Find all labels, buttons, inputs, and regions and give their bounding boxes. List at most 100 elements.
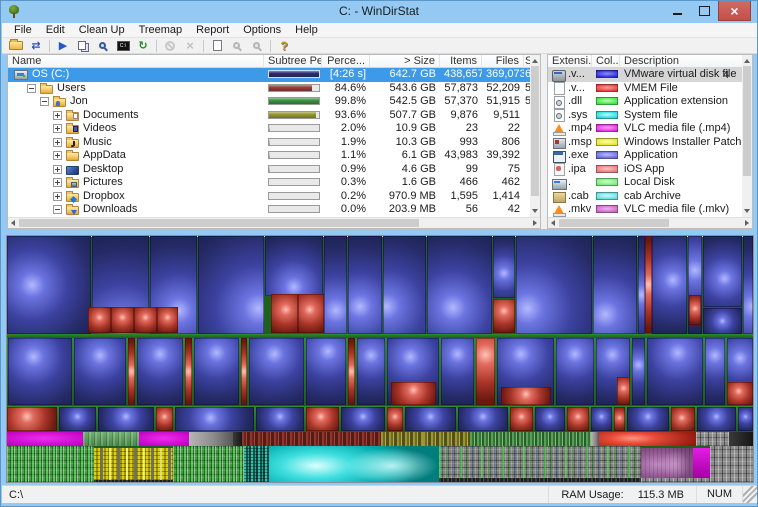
tree-row[interactable]: Desktop0.9%4.6 GB9975 — [8, 163, 530, 177]
treemap-block[interactable] — [501, 387, 551, 405]
treemap-block[interactable] — [7, 407, 57, 431]
treemap-block[interactable] — [530, 432, 591, 446]
extension-row[interactable]: .sysSystem file — [548, 109, 742, 123]
expand-icon[interactable] — [53, 151, 62, 160]
expand-icon[interactable] — [53, 111, 62, 120]
menu-item-file[interactable]: File — [7, 23, 39, 38]
treemap-block[interactable] — [173, 446, 244, 482]
treemap-block[interactable] — [458, 407, 508, 431]
treemap-block[interactable] — [341, 407, 385, 431]
treemap-block[interactable] — [743, 236, 753, 334]
treemap-block[interactable] — [134, 307, 157, 333]
treemap-block[interactable] — [88, 307, 111, 333]
treemap-block[interactable] — [233, 432, 242, 446]
treemap-block[interactable] — [383, 236, 426, 334]
treemap-block[interactable] — [617, 377, 630, 405]
treemap-block[interactable] — [652, 236, 687, 334]
user-defined-cleanup-button[interactable] — [207, 38, 227, 53]
tree-row[interactable]: OS (C:)[4:26 s]642.7 GB438,657369,0736 — [8, 68, 530, 82]
scroll-right-icon[interactable] — [745, 220, 749, 226]
menu-item-treemap[interactable]: Treemap — [132, 23, 190, 38]
treemap-block[interactable] — [256, 407, 304, 431]
tree-row[interactable]: AppData1.1%6.1 GB43,98339,392 — [8, 149, 530, 163]
treemap-block[interactable] — [697, 407, 736, 431]
treemap-block[interactable] — [241, 338, 247, 405]
treemap-block[interactable] — [298, 294, 324, 333]
treemap-block[interactable] — [7, 446, 94, 482]
treemap-block[interactable] — [696, 432, 729, 446]
extension-row[interactable]: .v...VMware virtual disk file4 — [548, 68, 742, 82]
treemap-block[interactable] — [269, 446, 439, 482]
treemap-block[interactable] — [244, 446, 269, 482]
extension-column-header[interactable]: Col... — [592, 55, 620, 68]
extension-row[interactable]: .cabcab Archive — [548, 190, 742, 204]
tree-horizontal-scrollbar[interactable] — [8, 217, 540, 228]
treemap-block[interactable] — [593, 236, 637, 334]
treemap-block[interactable] — [306, 338, 346, 405]
menu-item-report[interactable]: Report — [189, 23, 236, 38]
treemap-block[interactable] — [7, 432, 83, 446]
tree-row[interactable]: Pictures0.3%1.6 GB466462 — [8, 176, 530, 190]
menu-item-help[interactable]: Help — [288, 23, 325, 38]
treemap-block[interactable] — [357, 338, 385, 405]
expand-icon[interactable] — [53, 192, 62, 201]
tree-column-header[interactable]: Files — [482, 55, 524, 68]
menu-item-clean-up[interactable]: Clean Up — [72, 23, 132, 38]
treemap-block[interactable] — [693, 448, 710, 478]
collapse-icon[interactable] — [40, 97, 49, 106]
treemap-block[interactable] — [689, 295, 701, 325]
treemap-block[interactable] — [391, 382, 436, 405]
scroll-up-icon[interactable] — [744, 59, 750, 63]
treemap-block[interactable] — [727, 382, 753, 405]
tree-column-header[interactable]: Name — [8, 55, 264, 68]
treemap-block[interactable] — [627, 407, 669, 431]
scrollbar-thumb[interactable] — [19, 219, 419, 227]
treemap-block[interactable] — [493, 299, 515, 333]
scroll-down-icon[interactable] — [532, 209, 538, 213]
treemap-block[interactable] — [98, 407, 154, 431]
extension-row[interactable]: .mspWindows Installer Patch — [548, 136, 742, 150]
extension-row[interactable]: .mp4VLC media file (.mp4) — [548, 122, 742, 136]
treemap-block[interactable] — [441, 338, 474, 405]
treemap-block[interactable] — [729, 432, 753, 446]
treemap-block[interactable] — [591, 432, 599, 446]
treemap-view[interactable] — [6, 235, 754, 483]
treemap-block[interactable] — [493, 236, 515, 298]
treemap-block[interactable] — [641, 448, 693, 478]
treemap-block[interactable] — [249, 338, 304, 405]
treemap-block[interactable] — [348, 338, 355, 405]
treemap-block[interactable] — [348, 236, 382, 334]
treemap-block[interactable] — [94, 480, 173, 482]
treemap-block[interactable] — [189, 432, 233, 446]
extension-horizontal-scrollbar[interactable] — [548, 217, 752, 228]
treemap-block[interactable] — [306, 407, 339, 431]
resume-button[interactable]: ▶ — [53, 38, 73, 53]
extension-row[interactable]: .ipaiOS App — [548, 163, 742, 177]
maximize-button[interactable] — [691, 1, 718, 20]
extension-row[interactable]: .Local Disk — [548, 176, 742, 190]
treemap-block[interactable] — [591, 407, 612, 431]
scrollbar-thumb[interactable] — [531, 66, 539, 196]
treemap-block[interactable] — [439, 478, 641, 482]
extension-row[interactable]: .v...VMEM File — [548, 82, 742, 96]
treemap-block[interactable] — [185, 338, 192, 405]
tree-column-header[interactable]: > Size — [370, 55, 440, 68]
scroll-right-icon[interactable] — [533, 220, 537, 226]
tree-row[interactable]: Videos2.0%10.9 GB2322 — [8, 122, 530, 136]
tree-row[interactable]: Downloads0.0%203.9 MB5642 — [8, 203, 530, 217]
scrollbar-thumb[interactable] — [743, 66, 751, 176]
treemap-block[interactable] — [476, 338, 495, 405]
scrollbar-thumb[interactable] — [559, 219, 669, 227]
menu-item-options[interactable]: Options — [236, 23, 288, 38]
extension-column-header[interactable]: Description — [620, 55, 744, 68]
collapse-icon[interactable] — [53, 205, 62, 214]
treemap-block[interactable] — [156, 407, 173, 431]
help-button[interactable]: ? — [274, 38, 294, 53]
minimize-button[interactable] — [664, 1, 691, 20]
treemap-block[interactable] — [139, 432, 189, 446]
scroll-down-icon[interactable] — [744, 209, 750, 213]
treemap-block[interactable] — [111, 307, 134, 333]
tree-column-header[interactable]: Items — [440, 55, 482, 68]
expand-icon[interactable] — [53, 178, 62, 187]
treemap-block[interactable] — [7, 236, 91, 334]
